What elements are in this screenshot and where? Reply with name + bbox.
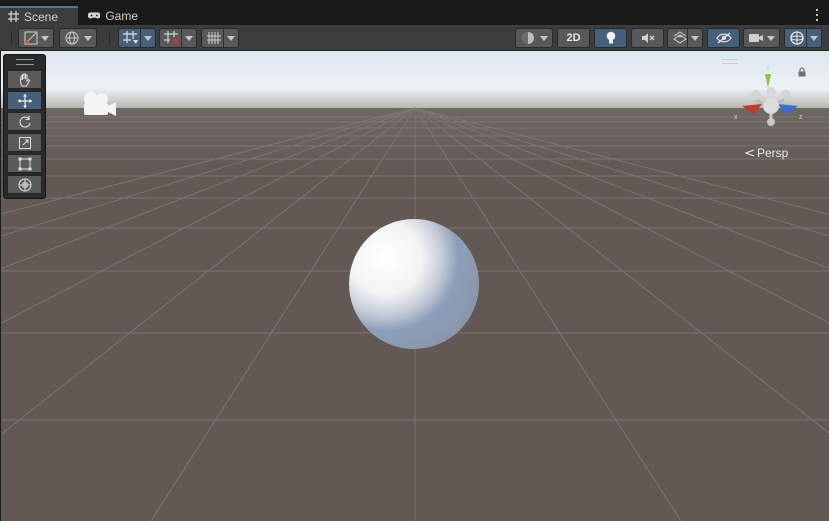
tab-scene[interactable]: Scene [0,6,78,25]
hand-icon [19,73,30,86]
sky [1,51,829,113]
gizmos-toggle[interactable] [784,28,822,48]
shaded-draw-icon [24,31,38,45]
draw-mode-dropdown[interactable] [18,28,54,48]
grid-icon [8,11,19,22]
camera-settings-dropdown[interactable] [743,28,780,48]
grid-snap-toggle[interactable] [118,28,156,48]
transform-tool[interactable] [7,175,42,194]
orientation-gizmo[interactable]: y x z [732,62,808,132]
snap-increment-toggle[interactable] [159,28,197,48]
gizmo-z-axis[interactable] [778,104,798,114]
sphere-object[interactable] [349,219,479,349]
gizmo-globe-icon [790,31,804,45]
perspective-icon [745,149,755,157]
mute-audio-icon [641,33,654,43]
gizmo-y-label: y [766,64,770,71]
render-mode-icon [522,32,534,44]
snap-increment-dropdown[interactable] [181,29,196,47]
bulb-icon [606,31,615,44]
tools-overlay [3,54,46,199]
scene-window: Scene Game 2D y x z Persp [0,0,829,521]
tab-scene-label: Scene [24,9,59,24]
gizmo-x-axis[interactable] [742,104,762,114]
toolbar-separator [11,31,12,45]
scene-toolbar: 2D [0,25,829,51]
scene-canvas[interactable] [1,51,829,521]
gamepad-icon [88,12,101,19]
scale-tool[interactable] [7,133,42,152]
effects-dropdown[interactable] [667,28,703,48]
rotate-tool[interactable] [7,112,42,131]
tab-game[interactable]: Game [80,6,146,25]
scene-viewport[interactable] [0,51,829,521]
effects-chevron[interactable] [687,29,702,47]
render-mode-dropdown[interactable] [515,28,553,48]
global-local-dropdown[interactable] [59,28,97,48]
chevron-down-icon [540,35,548,41]
audio-toggle[interactable] [631,28,664,48]
hand-tool[interactable] [7,70,42,89]
move-tool[interactable] [7,91,42,110]
transform-icon [18,178,31,191]
scale-icon [18,136,31,149]
chevron-down-icon [767,35,775,41]
grid-visibility-dropdown[interactable] [201,28,239,48]
chevron-down-icon [84,35,92,41]
gizmo-y-axis[interactable] [765,74,771,88]
camera-icon [749,34,763,42]
grid-snap-dropdown[interactable] [140,29,155,47]
chevron-down-icon [41,35,49,41]
camera-gizmo-icon[interactable] [80,89,118,119]
tab-game-label: Game [105,8,138,23]
panel-drag-handle[interactable] [16,59,34,65]
rect-icon [18,157,31,170]
more-options-icon[interactable] [815,8,819,22]
grid-snap-icon [123,31,138,44]
projection-label: Persp [757,146,789,160]
snap-increment-icon [164,31,178,44]
toolbar-separator [109,31,110,45]
rect-tool[interactable] [7,154,42,173]
scene-visibility-toggle[interactable] [707,28,740,48]
grid-visibility-chevron[interactable] [223,29,238,47]
rotate-icon [19,115,31,128]
mode-2d-button[interactable]: 2D [557,28,590,48]
effects-icon [673,31,687,44]
gizmo-x-label: x [734,114,738,121]
lighting-toggle[interactable] [594,28,627,48]
globe-icon [65,31,79,45]
tab-bar: Scene Game [0,6,829,25]
projection-toggle[interactable]: Persp [745,146,788,160]
gizmo-z-label: z [799,114,803,121]
move-arrows-icon [17,93,32,108]
gizmos-dropdown[interactable] [806,29,821,47]
grid-visibility-icon [207,32,221,44]
hidden-eye-icon [715,32,732,44]
mode-2d-label: 2D [566,32,581,44]
